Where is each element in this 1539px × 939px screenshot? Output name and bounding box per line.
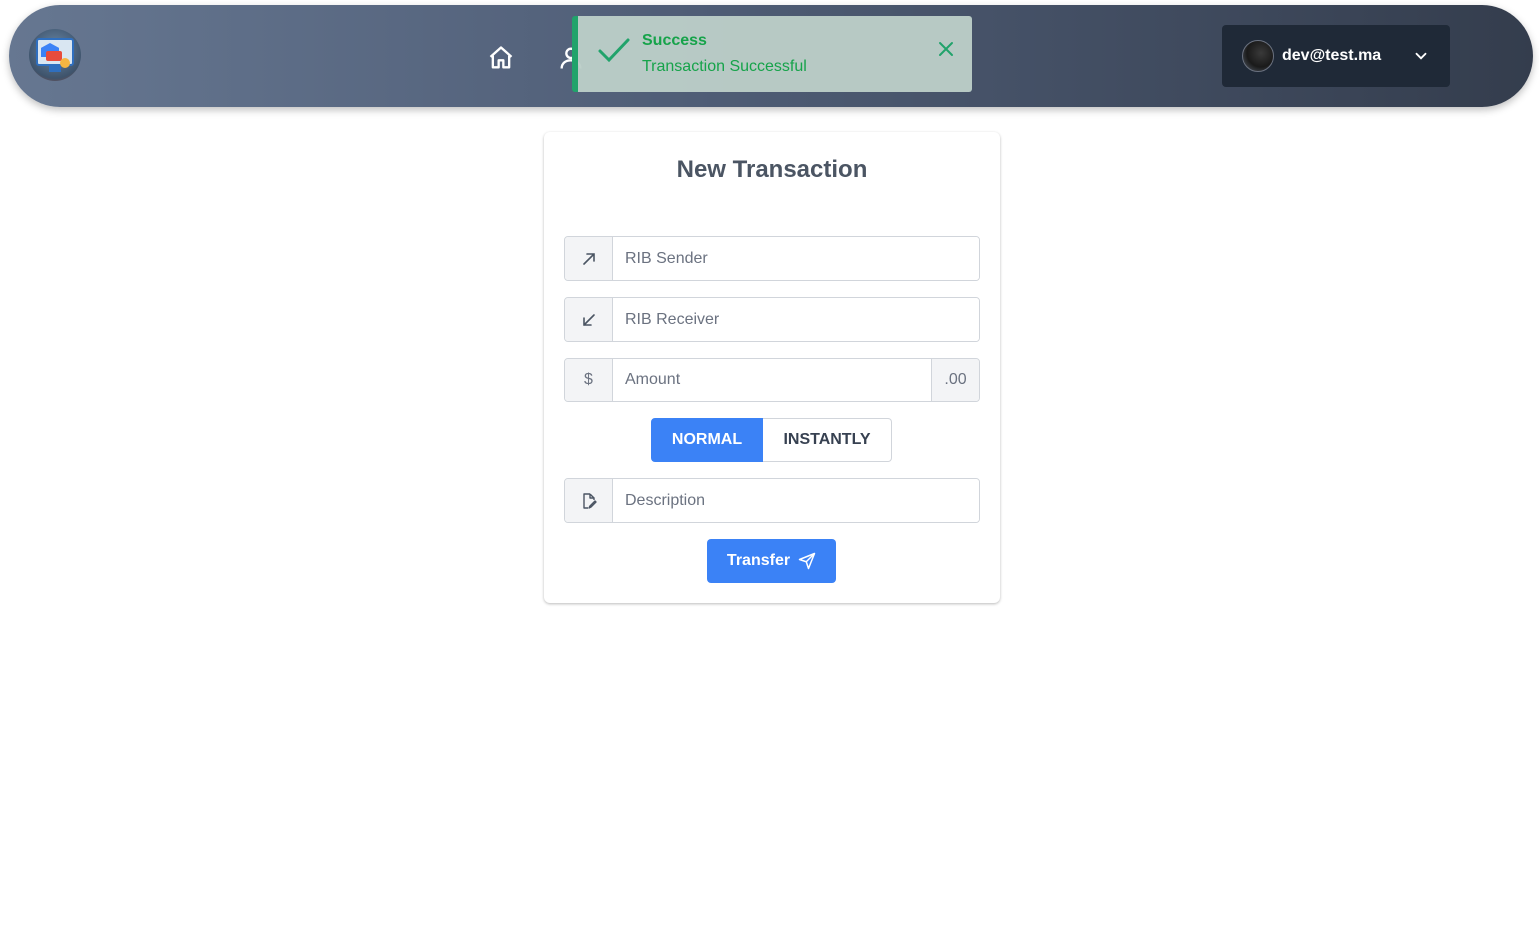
- rib-receiver-field: [564, 297, 980, 342]
- logo-stand: [49, 66, 61, 72]
- description-field: [564, 478, 980, 523]
- page-title: New Transaction: [676, 156, 868, 183]
- type-instantly-button[interactable]: INSTANTLY: [763, 418, 892, 462]
- check-icon: [598, 38, 630, 63]
- rib-receiver-input[interactable]: [613, 298, 979, 341]
- bank-app-logo[interactable]: [29, 29, 81, 81]
- transfer-button[interactable]: Transfer: [707, 539, 836, 583]
- rib-sender-field: [564, 236, 980, 281]
- home-icon[interactable]: [486, 43, 516, 73]
- chevron-down-icon[interactable]: [1412, 47, 1430, 65]
- send-icon: [798, 552, 816, 570]
- transaction-type-toggle: NORMAL INSTANTLY: [651, 418, 892, 462]
- toast-title: Success: [642, 32, 707, 49]
- type-normal-button[interactable]: NORMAL: [651, 418, 763, 462]
- description-input[interactable]: [613, 479, 979, 522]
- amount-input[interactable]: [613, 359, 931, 401]
- edit-file-icon: [565, 479, 613, 522]
- success-toast: Success Transaction Successful: [572, 16, 972, 92]
- close-icon[interactable]: [936, 39, 956, 59]
- amount-suffix: .00: [931, 359, 979, 401]
- arrow-up-right-icon: [565, 237, 613, 280]
- avatar: [1242, 40, 1274, 72]
- logo-coin: [60, 58, 70, 68]
- rib-sender-input[interactable]: [613, 237, 979, 280]
- transfer-button-label: Transfer: [726, 552, 791, 569]
- amount-prefix: $: [565, 359, 613, 401]
- new-transaction-card: New Transaction $ .00 NORMAL INSTANTLY: [544, 132, 1000, 603]
- arrow-down-left-icon: [565, 298, 613, 341]
- amount-field: $ .00: [564, 358, 980, 402]
- user-email: dev@test.ma: [1282, 47, 1382, 64]
- toast-message: Transaction Successful: [642, 58, 807, 75]
- user-menu-dropdown[interactable]: dev@test.ma: [1222, 25, 1450, 87]
- logo-wallet: [46, 51, 62, 61]
